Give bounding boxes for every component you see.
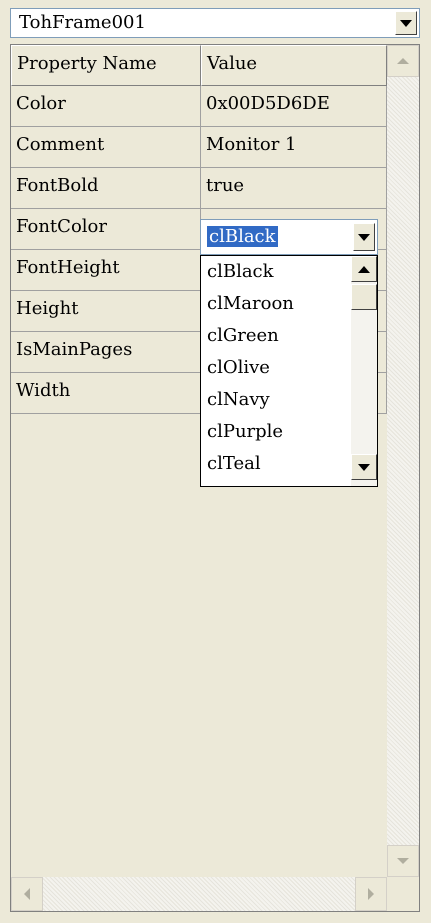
object-selector-combo[interactable]: TohFrame001 [10,8,420,38]
property-name-cell[interactable]: Comment [11,127,201,168]
scroll-up-button[interactable] [387,45,419,77]
property-name-cell[interactable]: FontHeight [11,250,201,291]
arrow-up-icon [358,265,370,273]
dropdown-scroll-down-button[interactable] [351,454,377,480]
object-selector-dropdown-button[interactable] [395,11,417,35]
dropdown-option[interactable]: clPurple [207,416,283,448]
dropdown-scroll-up-button[interactable] [351,256,377,282]
header-property-name[interactable]: Property Name [11,45,201,86]
table-row[interactable]: Color 0x00D5D6DE [11,86,387,127]
dropdown-option[interactable]: clTeal [207,448,261,480]
dropdown-option[interactable]: clGreen [207,320,279,352]
dropdown-scrollbar[interactable] [351,256,377,486]
scrollbar-corner [387,877,419,911]
arrow-down-icon [397,858,409,864]
fontcolor-selected-value[interactable]: clBlack [207,226,278,247]
dropdown-option[interactable]: clOlive [207,352,270,384]
table-row[interactable]: FontBold true [11,168,387,209]
property-name-cell[interactable]: Width [11,373,201,414]
property-value-cell[interactable]: 0x00D5D6DE [201,86,387,127]
table-row[interactable]: Comment Monitor 1 [11,127,387,168]
fontcolor-dropdown-button[interactable] [353,223,375,251]
chevron-down-icon [358,233,370,241]
property-name-cell[interactable]: IsMainPages [11,332,201,373]
vertical-scrollbar[interactable] [387,45,419,877]
arrow-right-icon [368,888,374,900]
chevron-down-icon [400,19,412,27]
arrow-up-icon [397,58,409,64]
property-name-cell[interactable]: Color [11,86,201,127]
dropdown-scroll-thumb[interactable] [351,284,377,310]
property-value-cell[interactable]: Monitor 1 [201,127,387,168]
property-name-cell[interactable]: Height [11,291,201,332]
arrow-left-icon [24,888,30,900]
dropdown-option[interactable]: clMaroon [207,288,294,320]
scroll-left-button[interactable] [11,877,43,911]
property-value-cell[interactable]: true [201,168,387,209]
header-value[interactable]: Value [201,45,387,86]
property-name-cell[interactable]: FontColor [11,209,201,250]
scroll-right-button[interactable] [355,877,387,911]
grid-header-row: Property Name Value [11,45,387,86]
fontcolor-combo[interactable]: clBlack [200,219,378,255]
property-name-cell[interactable]: FontBold [11,168,201,209]
fontcolor-dropdown-list[interactable]: clBlack clMaroon clGreen clOlive clNavy … [200,255,378,487]
horizontal-scrollbar[interactable] [11,877,387,911]
scroll-down-button[interactable] [387,845,419,877]
arrow-down-icon [358,463,370,471]
dropdown-option[interactable]: clNavy [207,384,270,416]
object-selector-value: TohFrame001 [19,12,146,33]
dropdown-option[interactable]: clBlack [207,256,274,288]
